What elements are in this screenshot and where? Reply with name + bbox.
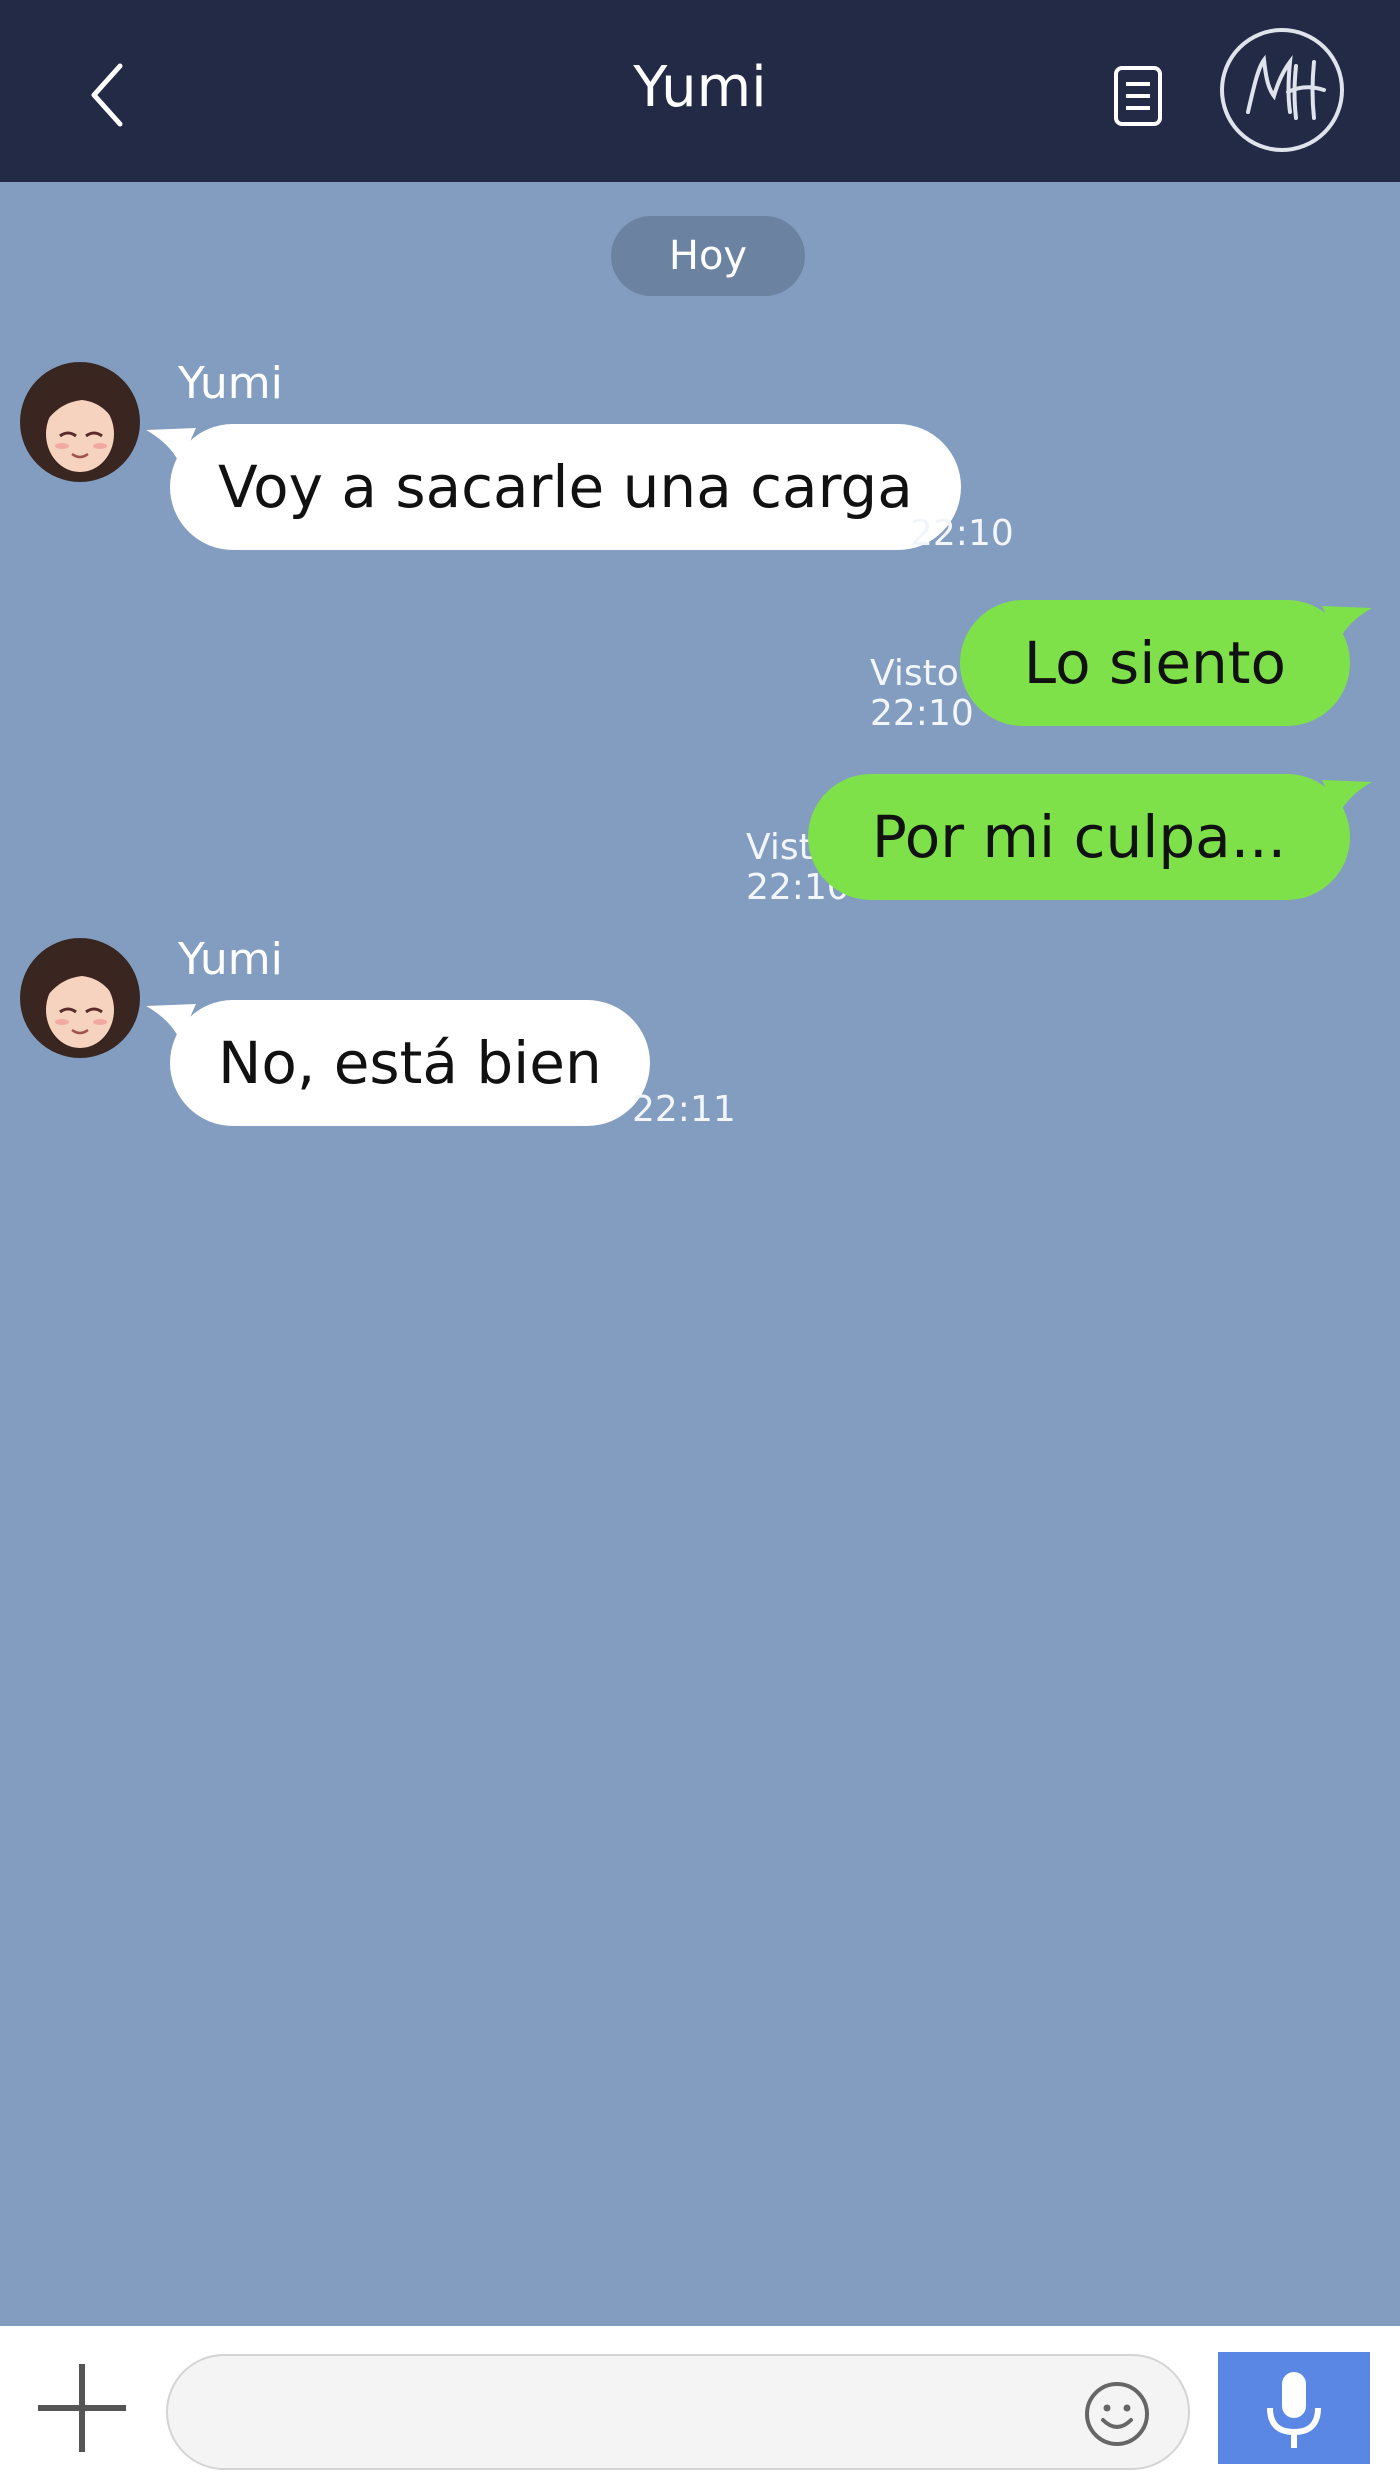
message-bubble-incoming[interactable]: No, está bien xyxy=(170,1000,650,1126)
smiley-icon xyxy=(1085,2382,1149,2446)
voice-message-button[interactable] xyxy=(1218,2352,1370,2464)
message-input[interactable] xyxy=(166,2354,1190,2470)
notes-button[interactable] xyxy=(1112,64,1164,128)
avatar-girl-icon xyxy=(20,362,140,482)
avatar[interactable] xyxy=(20,362,140,482)
message-time: 22:10 xyxy=(910,513,1014,554)
message-bubble-incoming[interactable]: Voy a sacarle una carga xyxy=(170,424,961,550)
message-bubble-outgoing[interactable]: Lo siento xyxy=(959,600,1350,726)
message-bubble-outgoing[interactable]: Por mi culpa... xyxy=(807,774,1350,900)
message-composer xyxy=(0,2326,1400,2489)
plus-icon xyxy=(38,2364,126,2452)
document-list-icon xyxy=(1114,66,1162,126)
message-time: 22:10 xyxy=(870,693,974,734)
date-divider: Hoy xyxy=(611,216,805,296)
emoji-button[interactable] xyxy=(1083,2380,1151,2448)
avatar-girl-icon xyxy=(20,938,140,1058)
message-time: 22:11 xyxy=(632,1089,736,1130)
mh-monogram-icon xyxy=(1220,28,1344,152)
chat-header: Yumi xyxy=(0,0,1400,182)
sender-name: Yumi xyxy=(178,358,283,409)
add-attachment-button[interactable] xyxy=(34,2360,130,2456)
chat-title: Yumi xyxy=(633,55,767,120)
mh-logo xyxy=(1218,26,1346,154)
avatar[interactable] xyxy=(20,938,140,1058)
microphone-icon xyxy=(1267,2372,1321,2448)
sender-name: Yumi xyxy=(178,934,283,985)
message-status: Visto xyxy=(870,653,959,694)
